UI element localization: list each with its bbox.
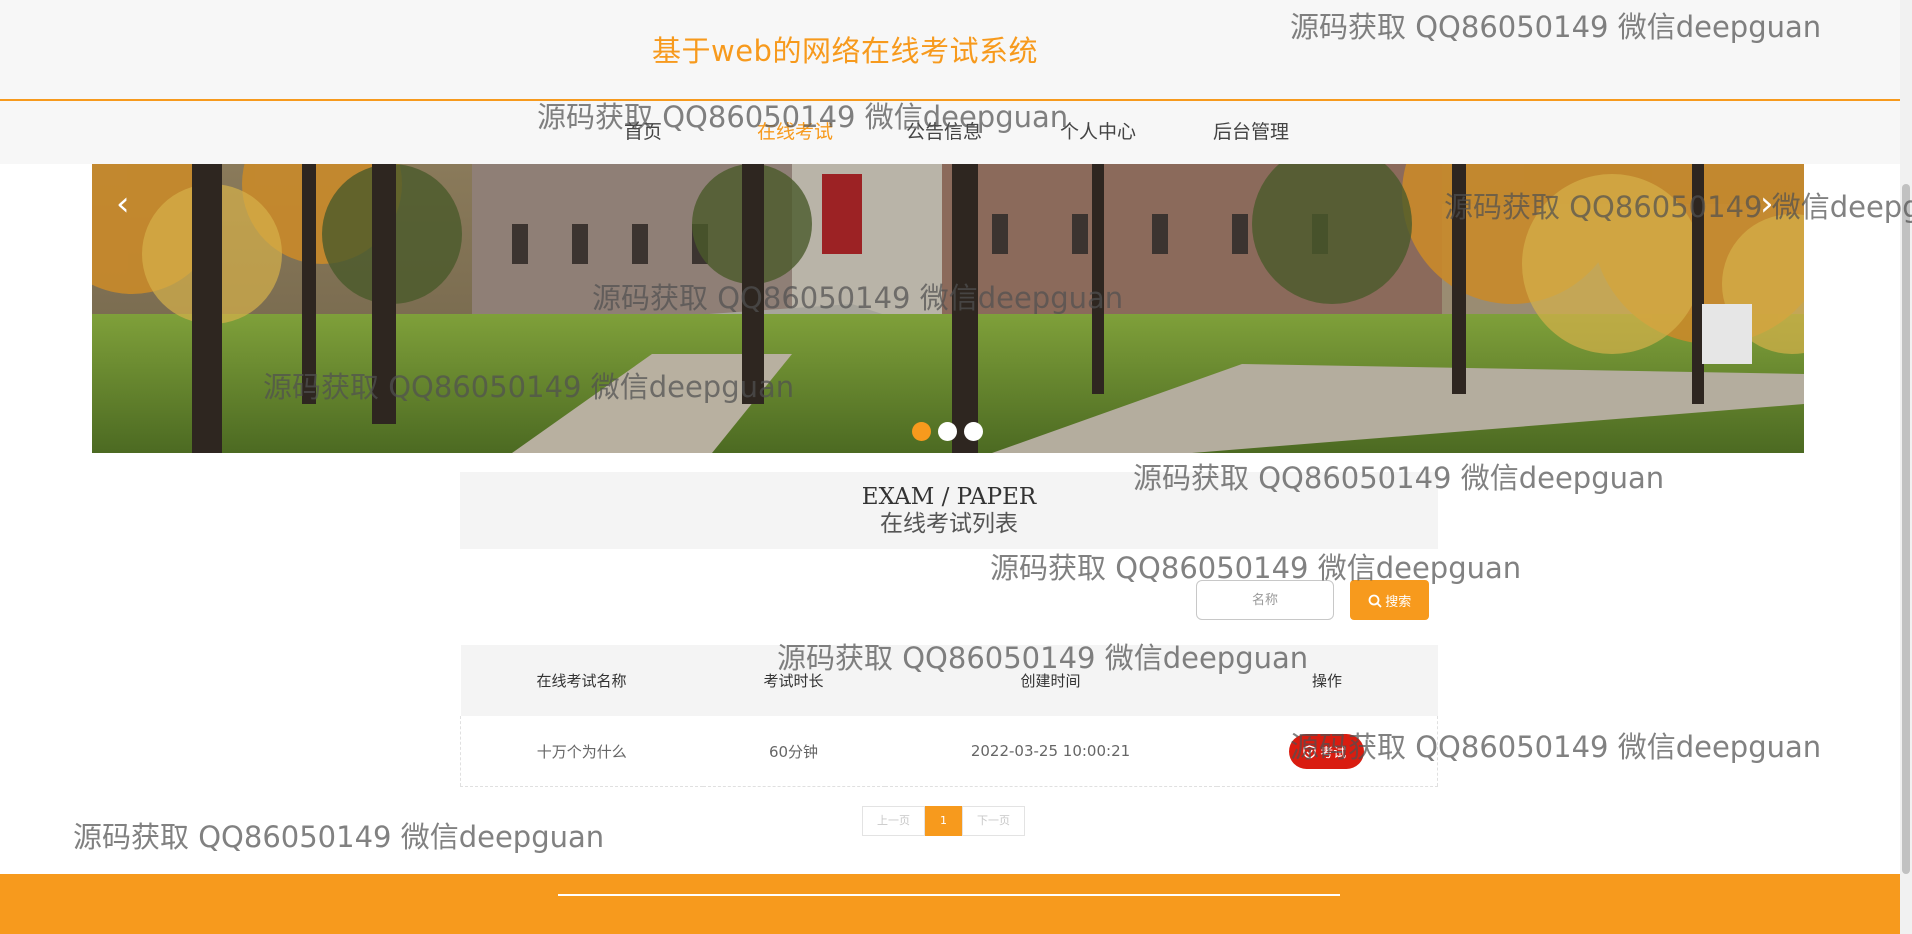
section-title-cn: 在线考试列表 bbox=[880, 511, 1018, 537]
nav-item-admin[interactable]: 后台管理 bbox=[1213, 117, 1289, 144]
take-exam-button[interactable]: 考试 bbox=[1289, 733, 1365, 769]
column-header-duration: 考试时长 bbox=[702, 645, 885, 716]
take-exam-label: 考试 bbox=[1320, 745, 1347, 761]
site-footer bbox=[0, 874, 1900, 934]
exam-name: 十万个为什么 bbox=[460, 716, 703, 787]
banner-carousel[interactable]: ‹ › bbox=[92, 164, 1804, 453]
section-title: EXAM / PAPER 在线考试列表 bbox=[460, 472, 1438, 549]
site-title: 基于web的网络在线考试系统 bbox=[652, 34, 1038, 68]
carousel-dot[interactable] bbox=[938, 422, 957, 441]
carousel-dots bbox=[912, 422, 990, 445]
search-icon bbox=[1368, 594, 1382, 608]
pagination-page-current[interactable]: 1 bbox=[925, 806, 962, 836]
nav-item-online-exam[interactable]: 在线考试 bbox=[757, 117, 833, 144]
exam-created-time: 2022-03-25 10:00:21 bbox=[884, 716, 1217, 787]
column-header-created: 创建时间 bbox=[884, 645, 1217, 716]
pagination-prev[interactable]: 上一页 bbox=[862, 806, 925, 836]
exam-table: 在线考试名称 考试时长 创建时间 操作 十万个为什么 60分钟 2022-03-… bbox=[460, 645, 1438, 787]
table-row: 十万个为什么 60分钟 2022-03-25 10:00:21 考试 bbox=[460, 716, 1438, 787]
search-button[interactable]: 搜索 bbox=[1350, 580, 1429, 620]
carousel-prev-icon[interactable]: ‹ bbox=[116, 184, 130, 224]
search-button-label: 搜索 bbox=[1385, 593, 1412, 609]
search-input[interactable] bbox=[1196, 580, 1334, 620]
nav-item-notices[interactable]: 公告信息 bbox=[906, 117, 982, 144]
nav-item-home[interactable]: 首页 bbox=[624, 117, 662, 144]
nav-item-profile[interactable]: 个人中心 bbox=[1060, 117, 1136, 144]
column-header-action: 操作 bbox=[1216, 645, 1438, 716]
column-header-name: 在线考试名称 bbox=[460, 645, 703, 716]
watermark-text: 源码获取 QQ86050149 微信deepguan bbox=[73, 820, 605, 854]
pagination-next[interactable]: 下一页 bbox=[962, 806, 1025, 836]
exam-duration: 60分钟 bbox=[702, 716, 885, 787]
main-nav: 首页 在线考试 公告信息 个人中心 后台管理 bbox=[0, 101, 1900, 164]
section-title-en: EXAM / PAPER bbox=[861, 484, 1037, 510]
carousel-next-icon[interactable]: › bbox=[1760, 184, 1774, 224]
scrollbar-thumb[interactable] bbox=[1902, 184, 1910, 874]
page-scrollbar[interactable] bbox=[1900, 0, 1912, 934]
table-header-row: 在线考试名称 考试时长 创建时间 操作 bbox=[460, 645, 1438, 716]
campus-photo bbox=[92, 164, 1804, 453]
shield-check-icon bbox=[1303, 744, 1316, 759]
carousel-dot[interactable] bbox=[912, 422, 931, 441]
carousel-dot[interactable] bbox=[964, 422, 983, 441]
pagination: 上一页 1 下一页 bbox=[862, 806, 1025, 836]
site-header: 基于web的网络在线考试系统 bbox=[0, 0, 1900, 101]
footer-divider bbox=[558, 894, 1340, 896]
